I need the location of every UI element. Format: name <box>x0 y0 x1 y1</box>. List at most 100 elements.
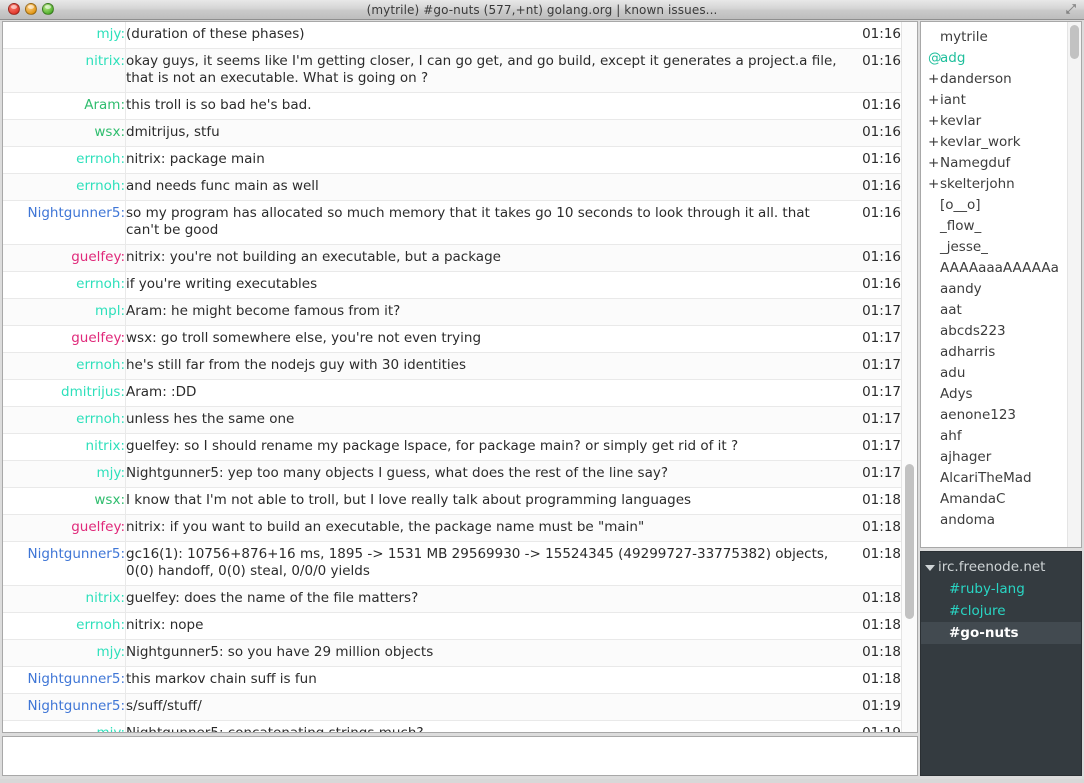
user-list-item[interactable]: + danderson <box>921 69 1067 90</box>
message-nick[interactable]: nitrix: <box>3 585 126 613</box>
channel-item[interactable]: #go-nuts <box>921 622 1081 644</box>
message-nick[interactable]: errnoh: <box>3 352 126 380</box>
user-list-item[interactable]: abcds223 <box>921 321 1067 342</box>
maximize-window-button[interactable] <box>42 3 54 15</box>
user-list-scrollbar-thumb[interactable] <box>1070 25 1079 59</box>
message-nick[interactable]: Nightgunner5: <box>3 693 126 721</box>
message-nick[interactable]: errnoh: <box>3 612 126 640</box>
user-list-item[interactable]: + skelterjohn <box>921 174 1067 195</box>
message-nick[interactable]: errnoh: <box>3 271 126 299</box>
user-list-item[interactable]: adu <box>921 363 1067 384</box>
user-list-item[interactable]: + kevlar_work <box>921 132 1067 153</box>
user-mode-prefix <box>928 300 940 321</box>
message-text: wsx: go troll somewhere else, you're not… <box>125 325 845 353</box>
message-nick[interactable]: mjy: <box>3 639 126 667</box>
chevron-down-icon[interactable] <box>925 564 935 571</box>
user-list-item[interactable]: + Namegduf <box>921 153 1067 174</box>
message-timestamp: 01:17 <box>845 433 901 461</box>
window-bottom-edge <box>0 779 1084 783</box>
message-nick[interactable]: nitrix: <box>3 433 126 461</box>
message-nick[interactable]: guelfey: <box>3 325 126 353</box>
user-list-item[interactable]: andoma <box>921 510 1067 531</box>
message-row: guelfey: wsx: go troll somewhere else, yo… <box>3 325 901 353</box>
user-nick: AlcariTheMad <box>940 470 1032 486</box>
user-nick: iant <box>940 92 966 108</box>
message-nick[interactable]: mjy: <box>3 22 126 49</box>
user-list-item[interactable]: + iant <box>921 90 1067 111</box>
user-list-item[interactable]: Adys <box>921 384 1067 405</box>
message-scroll-area[interactable]: mjy: (duration of these phases) 01:16 nitri… <box>3 22 901 732</box>
user-nick: adharris <box>940 344 996 360</box>
message-nick[interactable]: guelfey: <box>3 244 126 272</box>
message-nick[interactable]: errnoh: <box>3 173 126 201</box>
channel-item[interactable]: #ruby-lang <box>921 578 1081 600</box>
channel-item[interactable]: #clojure <box>921 600 1081 622</box>
close-window-button[interactable] <box>8 3 20 15</box>
message-text: this markov chain suff is fun <box>125 666 845 694</box>
user-list-item[interactable]: aat <box>921 300 1067 321</box>
message-input-container[interactable] <box>2 736 918 776</box>
message-timestamp: 01:17 <box>845 298 901 326</box>
user-list-scrollbar[interactable] <box>1067 22 1081 547</box>
channel-tree-panel: irc.freenode.net #ruby-lang #clojure #go-n… <box>920 551 1082 776</box>
user-nick: kevlar <box>940 113 982 129</box>
server-node-irc-freenode-net[interactable]: irc.freenode.net <box>921 557 1081 578</box>
message-text: Aram: he might become famous from it? <box>125 298 845 326</box>
message-text: so my program has allocated so much memo… <box>125 200 845 245</box>
user-list-item[interactable]: [o__o] <box>921 195 1067 216</box>
message-nick[interactable]: mjy: <box>3 720 126 732</box>
user-list-item[interactable]: AlcariTheMad <box>921 468 1067 489</box>
message-nick[interactable]: wsx: <box>3 487 126 515</box>
message-nick[interactable]: mjy: <box>3 460 126 488</box>
message-nick[interactable]: guelfey: <box>3 514 126 542</box>
user-list-item[interactable]: _flow_ <box>921 216 1067 237</box>
user-mode-prefix <box>928 447 940 468</box>
message-nick[interactable]: Nightgunner5: <box>3 541 126 586</box>
message-row: wsx: dmitrijus, stfu 01:16 <box>3 119 901 147</box>
message-timestamp: 01:16 <box>845 173 901 201</box>
user-mode-prefix <box>928 342 940 363</box>
message-nick[interactable]: Nightgunner5: <box>3 666 126 694</box>
user-list-item[interactable]: AAAAaaaAAAAAa <box>921 258 1067 279</box>
message-nick[interactable]: dmitrijus: <box>3 379 126 407</box>
minimize-window-button[interactable] <box>25 3 37 15</box>
message-nick[interactable]: nitrix: <box>3 48 126 93</box>
user-list-item[interactable]: ajhager <box>921 447 1067 468</box>
message-nick[interactable]: errnoh: <box>3 146 126 174</box>
message-timestamp: 01:16 <box>845 119 901 147</box>
user-list-item[interactable]: ahf <box>921 426 1067 447</box>
user-mode-prefix <box>928 27 940 48</box>
irc-client-window: (mytrile) #go-nuts (577,+nt) golang.org … <box>0 0 1084 783</box>
user-nick: adg <box>940 50 966 66</box>
message-nick[interactable]: wsx: <box>3 119 126 147</box>
message-input[interactable] <box>3 737 917 775</box>
chat-scrollbar-thumb[interactable] <box>905 464 914 619</box>
message-nick[interactable]: Aram: <box>3 92 126 120</box>
user-list-item[interactable]: + kevlar <box>921 111 1067 132</box>
user-mode-prefix <box>928 258 940 279</box>
user-list[interactable]: mytrile @ adg + danderson + iant + kevlar + kevlar… <box>921 22 1067 547</box>
user-list-item[interactable]: aenone123 <box>921 405 1067 426</box>
user-list-item[interactable]: _jesse_ <box>921 237 1067 258</box>
user-list-item[interactable]: @ adg <box>921 48 1067 69</box>
message-nick[interactable]: errnoh: <box>3 406 126 434</box>
message-text: this troll is so bad he's bad. <box>125 92 845 120</box>
user-mode-prefix <box>928 426 940 447</box>
user-nick: aat <box>940 302 962 318</box>
message-row: errnoh: nitrix: package main 01:16 <box>3 146 901 174</box>
window-titlebar: (mytrile) #go-nuts (577,+nt) golang.org … <box>0 0 1084 20</box>
message-text: s/suff/stuff/ <box>125 693 845 721</box>
fullscreen-resize-icon[interactable] <box>1063 2 1078 17</box>
message-nick[interactable]: mpl: <box>3 298 126 326</box>
user-list-item[interactable]: aandy <box>921 279 1067 300</box>
message-timestamp: 01:18 <box>845 612 901 640</box>
chat-scrollbar[interactable] <box>901 22 917 732</box>
user-nick: Namegduf <box>940 155 1011 171</box>
message-timestamp: 01:16 <box>845 146 901 174</box>
user-list-item[interactable]: mytrile <box>921 27 1067 48</box>
user-list-item[interactable]: adharris <box>921 342 1067 363</box>
user-list-item[interactable]: AmandaC <box>921 489 1067 510</box>
message-timestamp: 01:16 <box>845 271 901 299</box>
message-nick[interactable]: Nightgunner5: <box>3 200 126 245</box>
message-row: guelfey: nitrix: if you want to build an … <box>3 514 901 542</box>
